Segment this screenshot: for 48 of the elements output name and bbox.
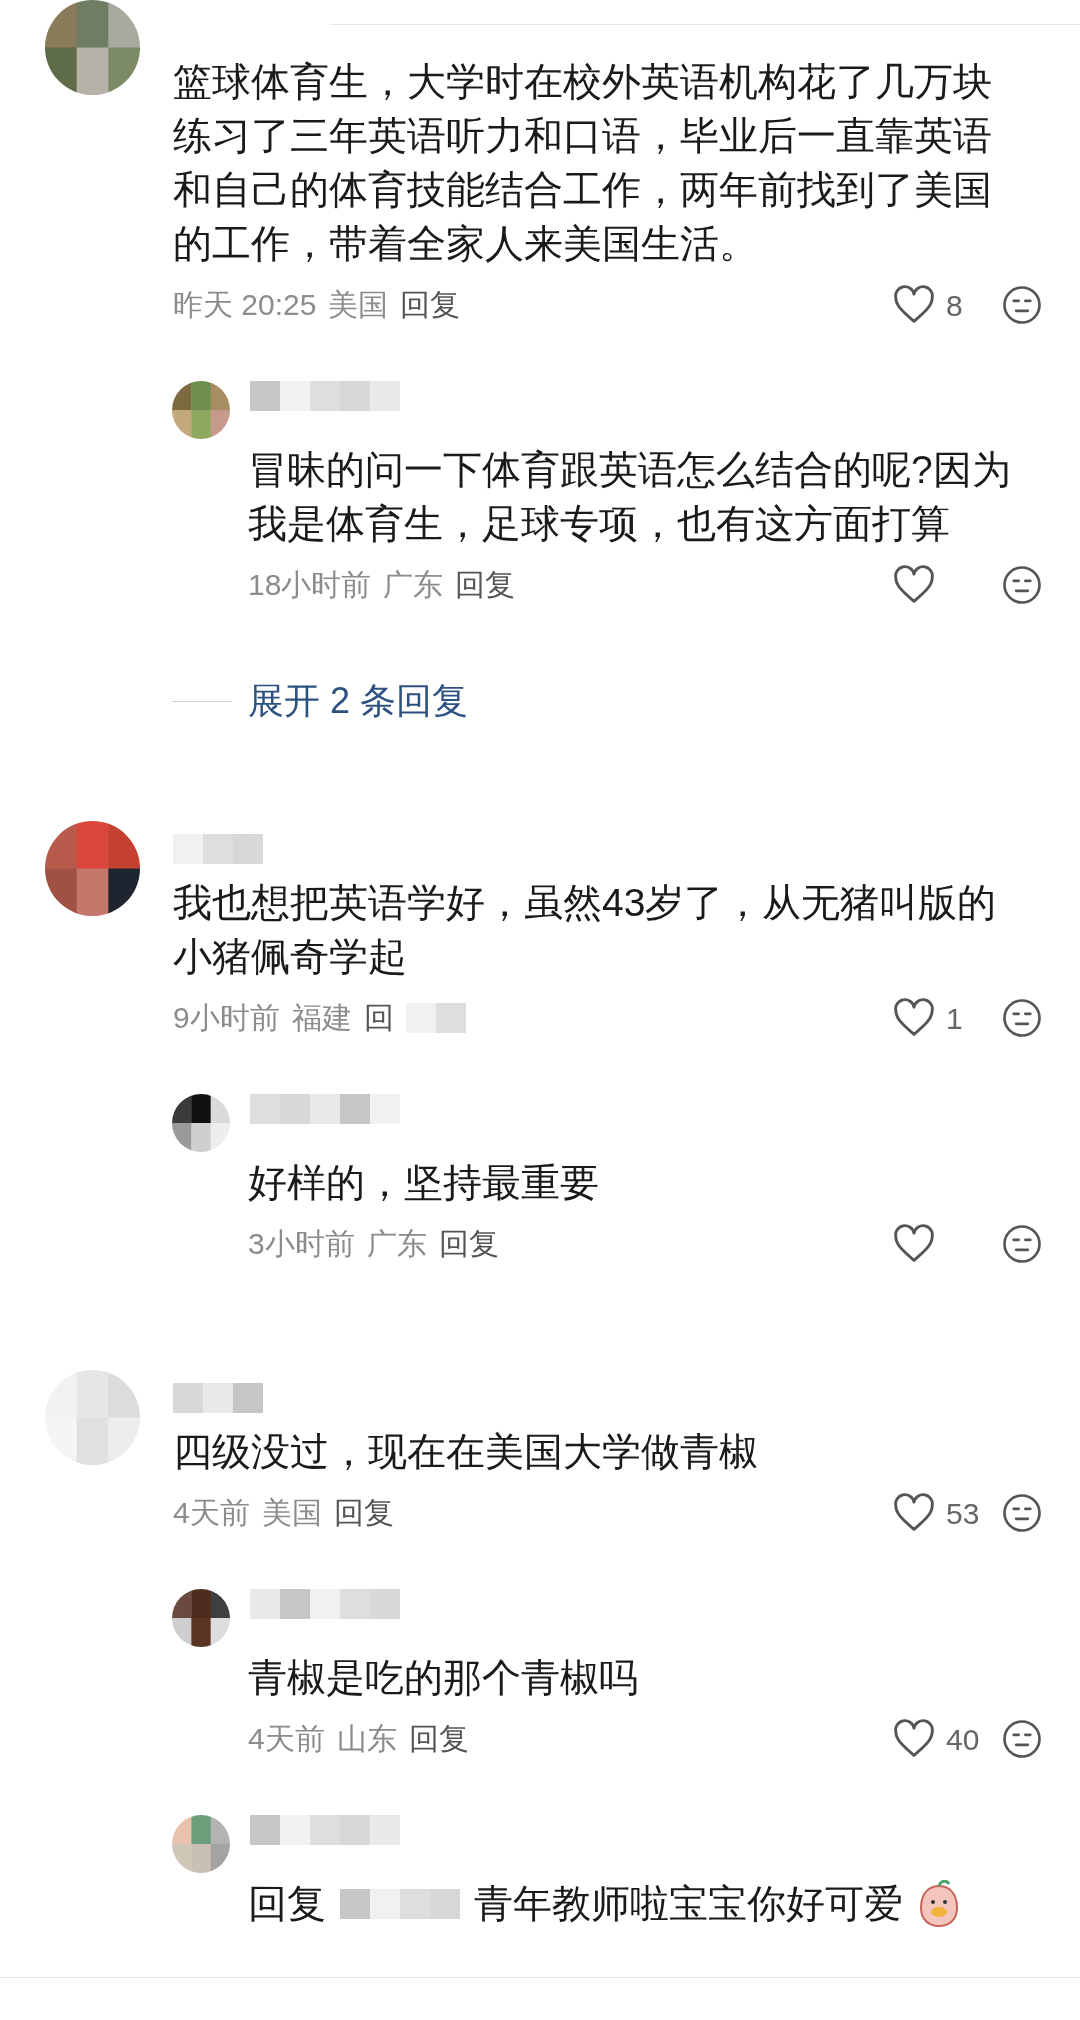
comment-time: 9小时前	[173, 1000, 280, 1036]
expand-replies-link[interactable]: 展开 2 条回复	[248, 681, 469, 721]
reply-button[interactable]: 回	[363, 998, 394, 1038]
comment-text: 冒昧的问一下体育跟英语怎么结合的呢?因为我是体育生，足球专项，也有这方面打算	[248, 447, 1012, 547]
comment-text: 我也想把英语学好，虽然43岁了，从无猪叫版的小猪佩奇学起	[173, 880, 998, 980]
heart-icon[interactable]	[892, 565, 936, 605]
reply-button[interactable]: 回复	[408, 1719, 469, 1759]
comment-location: 美国	[261, 1495, 322, 1531]
comment-text: 好样的，坚持最重要	[248, 1160, 600, 1206]
comment-location: 福建	[291, 1000, 352, 1036]
comment-time: 昨天 20:25	[173, 287, 317, 323]
avatar[interactable]	[45, 821, 140, 916]
comment-text: 篮球体育生，大学时在校外英语机构花了几万块练习了三年英语听力和口语，毕业后一直靠英语和自己的体育技能结合工作，两年前找到了美国的工作，带着全家人来美国生活。	[173, 59, 993, 267]
comment-text: 青年教师啦宝宝你好可爱	[474, 1881, 903, 1927]
neutral-face-icon[interactable]	[1002, 998, 1042, 1038]
comment-time: 18小时前	[248, 567, 372, 603]
reply-button[interactable]: 回复	[333, 1493, 394, 1533]
heart-icon[interactable]	[892, 998, 936, 1038]
neutral-face-icon[interactable]	[1002, 1224, 1042, 1264]
neutral-face-icon[interactable]	[1002, 1493, 1042, 1533]
heart-icon[interactable]	[892, 1493, 936, 1533]
like-count: 8	[946, 287, 963, 324]
comment-time: 4天前	[248, 1721, 325, 1757]
comment-time: 4天前	[173, 1495, 250, 1531]
avatar[interactable]	[172, 1094, 230, 1152]
comment-location: 美国	[328, 287, 389, 323]
reply-button[interactable]: 回复	[438, 1224, 499, 1264]
reply-button[interactable]: 回复	[400, 285, 461, 325]
neutral-face-icon[interactable]	[1002, 285, 1042, 325]
blurred-name	[405, 1003, 466, 1033]
comment-time: 3小时前	[248, 1226, 355, 1262]
reply-button[interactable]: 回复	[455, 565, 516, 605]
comment-location: 山东	[336, 1721, 397, 1757]
comment-text: 四级没过，现在在美国大学做青椒	[173, 1429, 759, 1475]
comment-location: 广东	[366, 1226, 427, 1262]
like-count: 40	[946, 1721, 980, 1758]
sticker-icon	[917, 1880, 961, 1928]
heart-icon[interactable]	[892, 1224, 936, 1264]
heart-icon[interactable]	[892, 1719, 936, 1759]
like-count: 53	[946, 1495, 980, 1532]
like-count: 1	[946, 1000, 963, 1037]
comment-text: 青椒是吃的那个青椒吗	[248, 1655, 639, 1701]
neutral-face-icon[interactable]	[1002, 1719, 1042, 1759]
avatar[interactable]	[172, 1589, 230, 1647]
heart-icon[interactable]	[892, 285, 936, 325]
comment-location: 广东	[383, 567, 444, 603]
neutral-face-icon[interactable]	[1002, 565, 1042, 605]
reply-prefix: 回复	[248, 1881, 326, 1927]
